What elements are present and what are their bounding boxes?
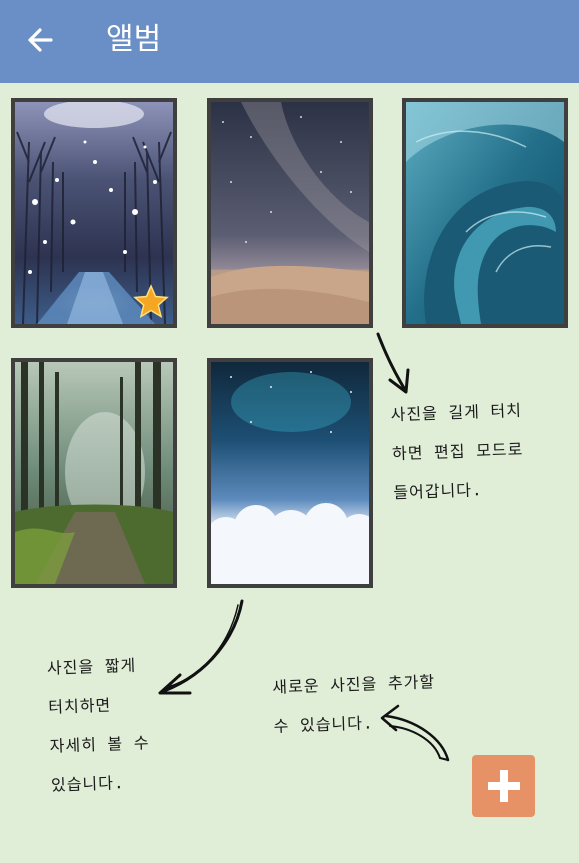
favorite-star-icon <box>133 284 169 319</box>
hint-long-press: 사진을 길게 터치 하면 편집 모드로 들어갑니다. <box>390 400 524 503</box>
forest-image <box>15 362 173 584</box>
cloud-sky-image <box>211 362 369 584</box>
photo-thumbnail-desert-sky[interactable] <box>207 98 373 328</box>
ocean-wave-image <box>406 102 564 324</box>
hint-arrow-long-press-icon <box>376 332 410 394</box>
photo-thumbnail-snowy-street[interactable] <box>11 98 177 328</box>
hint-arrow-short-tap-icon <box>158 599 244 695</box>
desert-sky-image <box>211 102 369 324</box>
photo-thumbnail-forest[interactable] <box>11 358 177 588</box>
photo-thumbnail-ocean-wave[interactable] <box>402 98 568 328</box>
back-button[interactable] <box>20 20 60 60</box>
plus-icon <box>487 770 520 802</box>
page-title: 앨범 <box>106 22 162 57</box>
photo-thumbnail-cloud-sky[interactable] <box>207 358 373 588</box>
hint-arrow-add-icon <box>380 704 450 762</box>
add-photo-button[interactable] <box>472 755 535 817</box>
app-bar: 앨범 <box>0 0 579 83</box>
hint-short-tap: 사진을 짧게 터치하면 자세히 볼 수 있습니다. <box>46 655 150 795</box>
arrow-left-icon <box>28 28 53 52</box>
